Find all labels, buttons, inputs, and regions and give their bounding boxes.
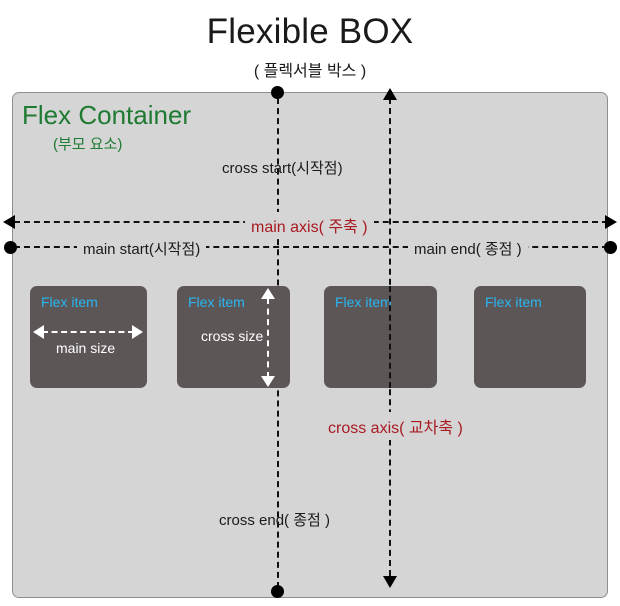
cross-start-dot [271,86,284,99]
main-size-label: main size [56,340,116,356]
main-axis-label: main axis( 주축 ) [245,212,374,238]
flex-item-1[interactable]: Flex item main size [30,286,147,388]
cross-end-label: cross end( 종점 ) [219,512,330,529]
page-title: Flexible BOX [206,12,414,51]
flex-container-title: Flex Container [22,100,192,130]
main-size-arrow-right-icon [132,325,143,339]
cross-axis-arrow-up-icon [383,88,397,100]
cross-axis-line-over-item [389,286,391,388]
flex-item-3[interactable]: Flex item [324,286,437,388]
main-end-label: main end( 종점 ) [408,237,528,260]
main-end-dot [604,241,617,254]
flex-item-2[interactable]: Flex item cross size [177,286,290,388]
page-subtitle: ( 플렉서블 박스 ) [253,63,367,80]
cross-size-arrow-up-icon [261,288,275,299]
main-size-arrow-left-icon [33,325,44,339]
main-start-label: main start(시작점) [77,237,207,260]
flex-item-1-label: Flex item [41,294,98,310]
flex-item-4-label: Flex item [485,294,542,310]
flex-item-4[interactable]: Flex item [474,286,586,388]
cross-end-dot [271,585,284,598]
flex-item-3-label: Flex item [335,294,392,310]
flex-container-subtitle: (부모 요소) [53,136,123,153]
flex-item-2-label: Flex item [188,294,245,310]
cross-axis-arrow-down-icon [383,576,397,588]
cross-axis-label: cross axis( 교차축 ) [322,412,469,440]
cross-size-arrow-down-icon [261,376,275,387]
cross-size-measure-line [267,298,269,378]
main-axis-arrow-right-icon [605,215,617,229]
cross-size-label: cross size [201,328,264,344]
main-start-dot [4,241,17,254]
main-axis-arrow-left-icon [3,215,15,229]
diagram-canvas: Flexible BOX ( 플렉서블 박스 ) Flex Container … [0,0,620,606]
cross-start-label: cross start(시작점) [222,160,343,177]
main-size-measure-line [42,331,134,333]
